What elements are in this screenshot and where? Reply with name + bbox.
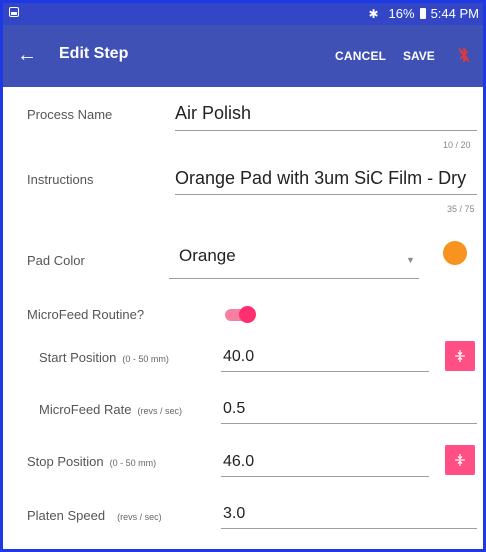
compress-vertical-icon bbox=[455, 350, 465, 362]
notification-icon bbox=[9, 7, 19, 17]
app-frame: ✱ 16% 5:44 PM ← Edit Step CANCEL SAVE Pr… bbox=[0, 0, 486, 552]
microfeed-rate-label-text: MicroFeed Rate bbox=[39, 402, 132, 417]
pad-color-label: Pad Color bbox=[27, 253, 85, 268]
battery-icon bbox=[419, 8, 426, 19]
microfeed-label: MicroFeed Routine? bbox=[27, 307, 145, 322]
stop-position-label: Stop Position (0 - 50 mm) bbox=[27, 454, 156, 469]
pad-color-underline bbox=[169, 278, 419, 279]
platen-speed-underline bbox=[221, 528, 477, 529]
microfeed-rate-label: MicroFeed Rate (revs / sec) bbox=[39, 402, 182, 417]
page-title: Edit Step bbox=[59, 45, 129, 62]
start-position-unit: (0 - 50 mm) bbox=[122, 354, 169, 364]
bluetooth-icon: ✱ bbox=[368, 6, 379, 21]
instructions-input[interactable]: Orange Pad with 3um SiC Film - Dry bbox=[175, 168, 466, 189]
set-start-position-button[interactable] bbox=[445, 341, 475, 371]
start-position-label: Start Position (0 - 50 mm) bbox=[39, 350, 169, 365]
start-position-underline bbox=[221, 371, 429, 372]
stop-position-input[interactable]: 46.0 bbox=[223, 453, 254, 471]
bluetooth-disconnected-icon[interactable] bbox=[458, 47, 470, 63]
platen-speed-input[interactable]: 3.0 bbox=[223, 505, 245, 523]
instructions-underline bbox=[175, 194, 477, 195]
pad-color-select[interactable]: Orange bbox=[179, 246, 236, 266]
start-position-input[interactable]: 40.0 bbox=[223, 348, 254, 366]
microfeed-rate-unit: (revs / sec) bbox=[137, 406, 182, 416]
instructions-counter: 35 / 75 bbox=[447, 204, 475, 214]
app-bar: ← Edit Step CANCEL SAVE bbox=[3, 25, 483, 87]
stop-position-label-text: Stop Position bbox=[27, 454, 104, 469]
process-name-label: Process Name bbox=[27, 107, 113, 122]
stop-position-unit: (0 - 50 mm) bbox=[109, 458, 157, 468]
instructions-label: Instructions bbox=[27, 172, 94, 187]
pad-color-swatch bbox=[443, 241, 467, 265]
platen-speed-label: Platen Speed (revs / sec) bbox=[27, 508, 162, 523]
platen-speed-label-text: Platen Speed bbox=[27, 508, 106, 523]
chevron-down-icon[interactable]: ▼ bbox=[406, 255, 415, 265]
stop-position-underline bbox=[221, 476, 429, 477]
set-stop-position-button[interactable] bbox=[445, 445, 475, 475]
save-button[interactable]: SAVE bbox=[403, 49, 435, 63]
microfeed-rate-input[interactable]: 0.5 bbox=[223, 400, 245, 418]
start-position-label-text: Start Position bbox=[39, 350, 117, 365]
microfeed-toggle-thumb[interactable] bbox=[239, 306, 256, 323]
cancel-button[interactable]: CANCEL bbox=[335, 49, 386, 63]
status-bar: ✱ 16% 5:44 PM bbox=[3, 3, 483, 25]
process-name-counter: 10 / 20 bbox=[443, 140, 471, 150]
status-time: 5:44 PM bbox=[430, 6, 479, 21]
back-arrow-icon[interactable]: ← bbox=[15, 43, 39, 67]
platen-speed-unit: (revs / sec) bbox=[117, 512, 162, 522]
process-name-input[interactable]: Air Polish bbox=[175, 103, 251, 124]
battery-percent: 16% bbox=[388, 6, 415, 21]
process-name-underline bbox=[175, 130, 477, 131]
microfeed-rate-underline bbox=[221, 423, 477, 424]
compress-vertical-icon bbox=[455, 454, 465, 466]
status-right: ✱ 16% 5:44 PM bbox=[368, 6, 479, 21]
